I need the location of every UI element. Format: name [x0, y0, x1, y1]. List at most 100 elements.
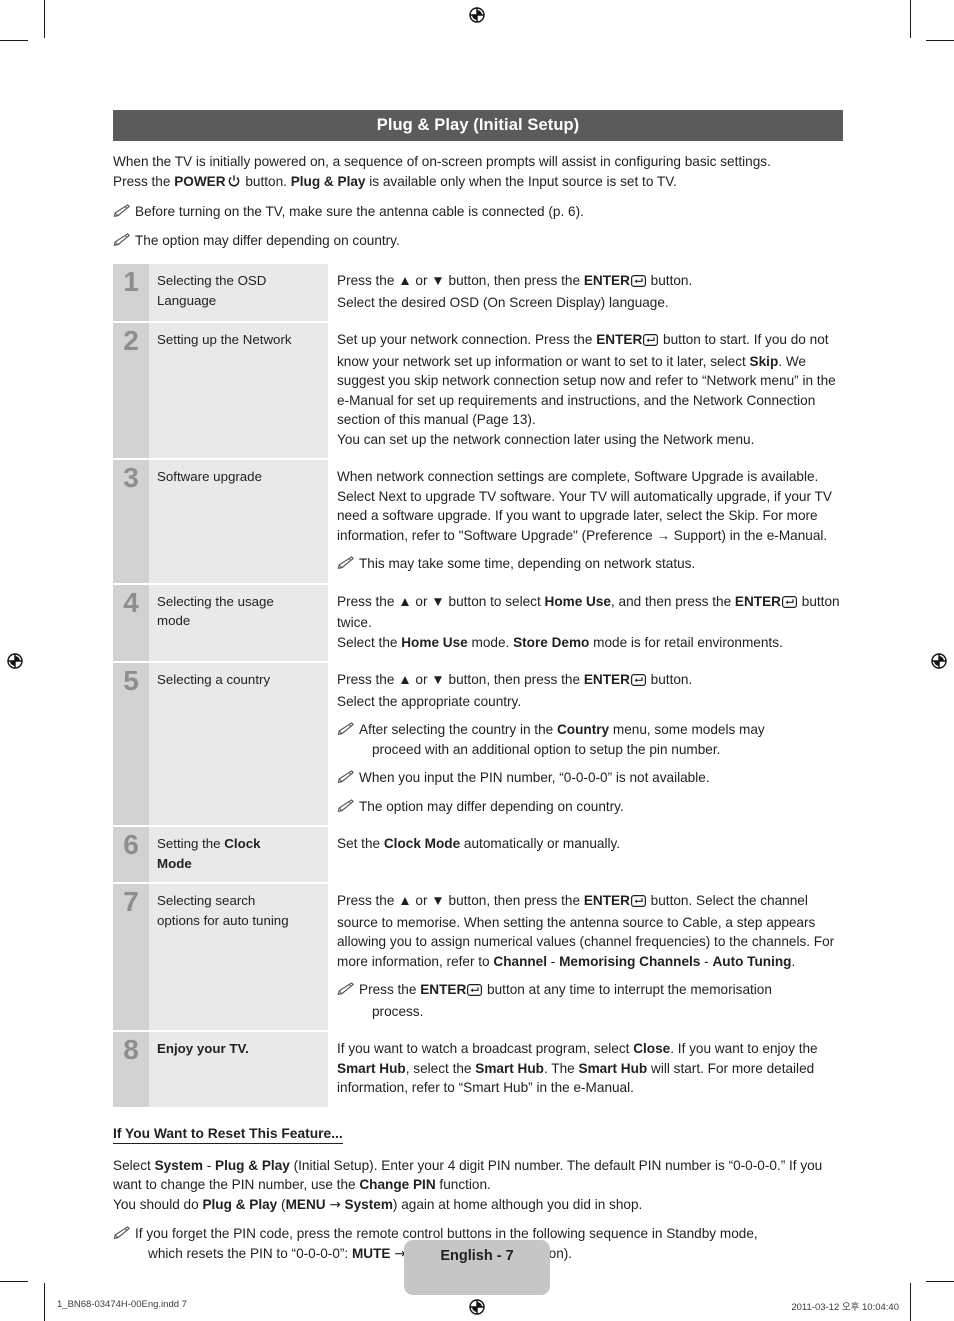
intro-line-2: Press the POWER button. Plug & Play is a… [113, 172, 843, 194]
step-description: When network connection settings are com… [328, 460, 843, 583]
plug-play-steps-table: 1 Selecting the OSD Language Press the ▲ … [113, 264, 843, 1107]
step-label: Selecting a country [149, 663, 328, 826]
intro-line-2-b: button. [241, 173, 291, 189]
pencil-icon [337, 770, 356, 784]
step-note-text: Press the ENTER button at any time to in… [359, 982, 772, 1019]
step-label-bold: Enjoy your TV. [157, 1041, 249, 1057]
enter-key-icon [630, 273, 646, 293]
registration-mark-left [4, 650, 26, 672]
power-symbol-icon [228, 174, 240, 194]
table-row: 4 Selecting the usage mode Press the ▲ or… [113, 584, 843, 662]
intro-line-2-a: Press the [113, 173, 175, 189]
step-number: 5 [113, 663, 149, 826]
step-label: Setting up the Network [149, 323, 328, 459]
table-row: 2 Setting up the Network Set up your net… [113, 323, 843, 459]
step-label: Enjoy your TV. [149, 1032, 328, 1107]
step-number: 3 [113, 460, 149, 583]
step-description: If you want to watch a broadcast program… [328, 1032, 843, 1107]
pencil-icon [113, 1226, 132, 1240]
step-desc-line: Select the Home Use mode. Store Demo mod… [337, 634, 783, 650]
step-label: Selecting the OSD Language [149, 264, 328, 322]
step-description: Set up your network connection. Press th… [328, 323, 843, 458]
step-desc-line: Set up your network connection. Press th… [337, 332, 836, 428]
table-row: 3 Software upgrade When network connecti… [113, 460, 843, 583]
step-note: This may take some time, depending on ne… [337, 554, 843, 574]
table-row: 6 Setting the Clock Mode Set the Clock Mo… [113, 827, 843, 883]
step-description: Press the ▲ or ▼ button, then press the … [328, 264, 843, 321]
crop-mark-bottom-left-vertical [44, 1283, 45, 1321]
step-label: Selecting the usage mode [149, 584, 328, 662]
registration-mark-bottom [466, 1296, 488, 1318]
intro-paragraph: When the TV is initially powered on, a s… [113, 152, 843, 193]
step-note: The option may differ depending on count… [337, 797, 843, 817]
step-description: Press the ▲ or ▼ button, then press the … [328, 663, 843, 825]
enter-key-icon [643, 332, 659, 352]
step-desc-line: When network connection settings are com… [337, 469, 832, 543]
pencil-icon [113, 204, 132, 218]
step-note-text: This may take some time, depending on ne… [359, 556, 696, 572]
pencil-icon [337, 798, 356, 812]
pencil-icon [113, 232, 132, 246]
step-desc-line: If you want to watch a broadcast program… [337, 1041, 818, 1096]
step-note: Press the ENTER button at any time to in… [337, 980, 843, 1021]
table-row: 8 Enjoy your TV. If you want to watch a … [113, 1032, 843, 1107]
intro-note-1: Before turning on the TV, make sure the … [113, 202, 843, 222]
step-note: When you input the PIN number, “0-0-0-0”… [337, 768, 843, 788]
step-number: 4 [113, 584, 149, 662]
step-desc-line: Press the ▲ or ▼ button to select Home U… [337, 593, 840, 631]
step-desc-line: Select the desired OSD (On Screen Displa… [337, 294, 669, 310]
plug-play-bold: Plug & Play [290, 173, 366, 189]
table-row: 5 Selecting a country Press the ▲ or ▼ b… [113, 663, 843, 826]
crop-mark-bottom-left-horizontal [0, 1281, 28, 1282]
step-number: 2 [113, 323, 149, 459]
intro-note-2: The option may differ depending on count… [113, 231, 843, 251]
step-note: After selecting the country in the Count… [337, 720, 843, 759]
step-desc-line: You can set up the network connection la… [337, 431, 755, 447]
reset-line-1: Select System - Plug & Play (Initial Set… [113, 1157, 823, 1193]
step-desc-line: Select the appropriate country. [337, 693, 522, 709]
step-number: 6 [113, 827, 149, 883]
step-number: 1 [113, 264, 149, 322]
table-row: 1 Selecting the OSD Language Press the ▲ … [113, 264, 843, 322]
pencil-icon [337, 722, 356, 736]
crop-mark-top-left-vertical [44, 0, 45, 38]
registration-mark-right [928, 650, 950, 672]
intro-note-2-text: The option may differ depending on count… [135, 232, 400, 248]
step-note-text: The option may differ depending on count… [359, 798, 624, 814]
step-description: Press the ▲ or ▼ button to select Home U… [328, 585, 843, 662]
crop-mark-top-right-vertical [910, 0, 911, 38]
reset-heading: If You Want to Reset This Feature... [113, 1126, 343, 1144]
crop-mark-bottom-right-horizontal [926, 1281, 954, 1282]
step-label: Selecting search options for auto tuning [149, 884, 328, 1031]
pencil-icon [337, 556, 356, 570]
print-timestamp: 2011-03-12 오후 10:04:40 [791, 1302, 899, 1313]
step-note-text: When you input the PIN number, “0-0-0-0”… [359, 770, 710, 786]
page-content: Plug & Play (Initial Setup) When the TV … [113, 110, 843, 1264]
power-label: POWER [174, 173, 226, 189]
step-description: Press the ▲ or ▼ button, then press the … [328, 884, 843, 1030]
step-desc-line: Press the ▲ or ▼ button, then press the … [337, 670, 843, 692]
section-banner: Plug & Play (Initial Setup) [113, 110, 843, 142]
enter-key-icon [467, 982, 483, 1002]
crop-mark-bottom-right-vertical [910, 1283, 911, 1321]
step-number: 8 [113, 1032, 149, 1107]
crop-mark-top-left-horizontal [0, 40, 28, 41]
step-desc-line: Set the Clock Mode automatically or manu… [337, 836, 621, 852]
step-label: Software upgrade [149, 460, 328, 583]
intro-line-1: When the TV is initially powered on, a s… [113, 154, 771, 170]
table-row: 7 Selecting search options for auto tunin… [113, 884, 843, 1031]
reset-line-2: You should do Plug & Play (MENU → System… [113, 1196, 643, 1213]
intro-note-1-text: Before turning on the TV, make sure the … [135, 204, 584, 220]
enter-key-icon [782, 594, 798, 614]
step-description: Set the Clock Mode automatically or manu… [328, 827, 843, 882]
crop-mark-top-right-horizontal [926, 40, 954, 41]
enter-key-icon [630, 672, 646, 692]
step-desc-line: Press the ▲ or ▼ button, then press the … [337, 893, 835, 969]
step-note-text: After selecting the country in the Count… [359, 722, 765, 757]
pencil-icon [337, 982, 356, 996]
print-file-name: 1_BN68-03474H-00Eng.indd 7 [57, 1299, 187, 1310]
page-number-badge: English - 7 [404, 1240, 550, 1295]
step-desc-line: Press the ▲ or ▼ button, then press the … [337, 271, 843, 293]
registration-mark-top [466, 4, 488, 26]
intro-line-2-c: is available only when the Input source … [365, 173, 677, 189]
